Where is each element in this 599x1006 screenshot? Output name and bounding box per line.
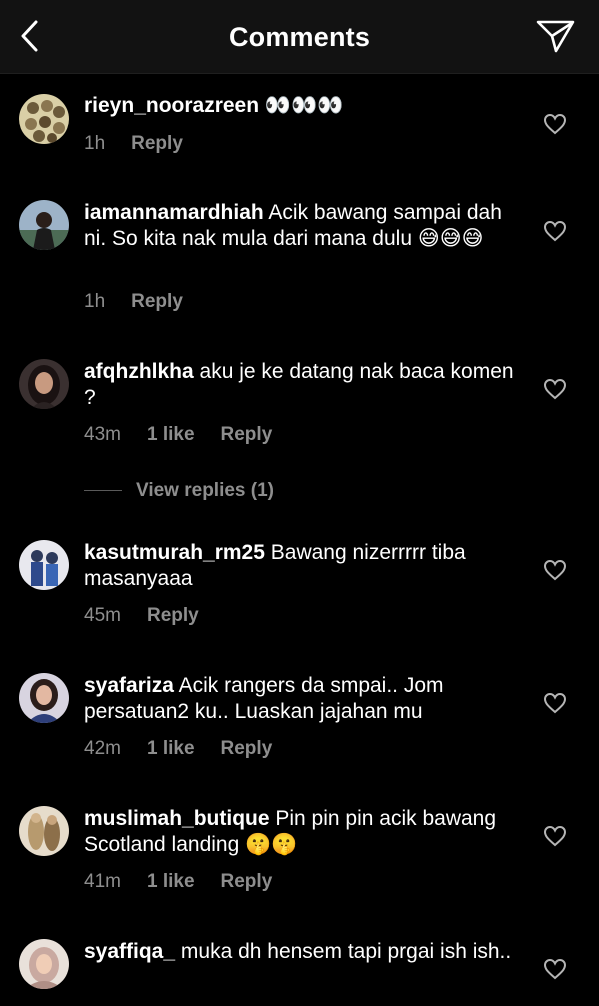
avatar[interactable] [19,540,69,590]
comment-username[interactable]: muslimah_butique [84,807,270,830]
likes-count[interactable]: 1 like [147,871,195,893]
comment-time: 42m [84,738,121,759]
send-icon [536,20,575,53]
comment-text-content: muka dh hensem tapi prgai ish ish.. [180,940,512,963]
comment-emoji: 🤫🤫 [245,833,298,856]
heart-icon [543,825,567,847]
reply-button[interactable]: Reply [221,424,273,446]
avatar[interactable] [19,673,69,723]
likes-count[interactable]: 1 like [147,424,195,446]
comment-meta: 43m 1 like Reply [84,424,272,446]
like-button[interactable] [543,113,567,135]
comment-text: syaffiqa_ muka dh hensem tapi prgai ish … [84,939,524,965]
page-title: Comments [228,22,371,52]
replies-divider [84,490,122,492]
comment-meta: 1h Reply [84,291,183,313]
like-button[interactable] [543,958,567,980]
comment-username[interactable]: iamannamardhiah [84,201,264,224]
avatar[interactable] [19,200,69,250]
heart-icon [543,692,567,714]
like-button[interactable] [543,559,567,581]
avatar-image [19,939,69,989]
comment-text: iamannamardhiah Acik bawang sampai dah n… [84,200,524,252]
heart-icon [543,559,567,581]
reply-button[interactable]: Reply [131,291,183,313]
avatar-image [19,94,69,144]
comment-text: muslimah_butique Pin pin pin acik bawang… [84,806,524,858]
comment-emoji: 👀👀👀 [264,94,344,117]
avatar-image [19,359,69,409]
comment-meta: 1h Reply [84,133,183,155]
header-bar: Comments [0,0,599,74]
comment-username[interactable]: syafariza [84,674,174,697]
avatar[interactable] [19,806,69,856]
comment-username[interactable]: kasutmurah_rm25 [84,541,265,564]
likes-count[interactable]: 1 like [147,738,195,760]
avatar[interactable] [19,939,69,989]
heart-icon [543,958,567,980]
comment-username[interactable]: afqhzhlkha [84,360,194,383]
view-replies-label: View replies (1) [136,480,274,501]
share-button[interactable] [535,16,577,56]
avatar-image [19,673,69,723]
reply-button[interactable]: Reply [221,871,273,893]
comment-text: kasutmurah_rm25 Bawang nizerrrrr tiba ma… [84,540,524,592]
comment-username[interactable]: syaffiqa_ [84,940,175,963]
comment-time: 1h [84,133,106,154]
comment-time: 41m [84,871,121,892]
like-button[interactable] [543,220,567,242]
comment-text: rieyn_noorazreen 👀👀👀 [84,93,524,119]
avatar[interactable] [19,359,69,409]
like-button[interactable] [543,378,567,400]
like-button[interactable] [543,825,567,847]
view-replies-button[interactable]: View replies (1) [84,480,274,506]
comment-time: 45m [84,605,121,626]
like-button[interactable] [543,692,567,714]
avatar-image [19,806,69,856]
reply-button[interactable]: Reply [221,738,273,760]
comment-meta: 45m Reply [84,605,199,627]
comment-username[interactable]: rieyn_noorazreen [84,94,259,117]
heart-icon [543,220,567,242]
comment-text: syafariza Acik rangers da smpai.. Jom pe… [84,673,524,725]
heart-icon [543,113,567,135]
reply-button[interactable]: Reply [147,605,199,627]
comment-meta: 41m 1 like Reply [84,871,272,893]
avatar-image [19,200,69,250]
comment-emoji: 😅😅😅 [417,227,484,250]
comment-text: afqhzhlkha aku je ke datang nak baca kom… [84,359,524,411]
avatar-image [19,540,69,590]
heart-icon [543,378,567,400]
reply-button[interactable]: Reply [131,133,183,155]
comment-time: 1h [84,291,106,312]
comment-meta: 42m 1 like Reply [84,738,272,760]
comment-time: 43m [84,424,121,445]
avatar[interactable] [19,94,69,144]
